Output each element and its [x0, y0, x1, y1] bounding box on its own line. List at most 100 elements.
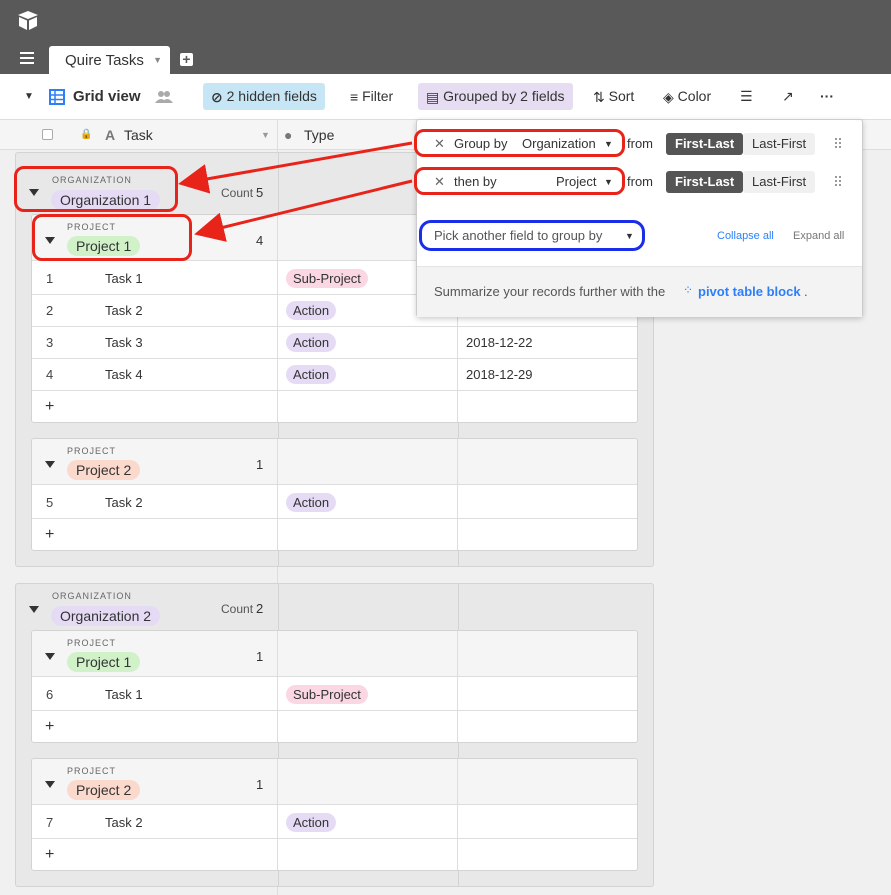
task-cell[interactable]: Task 2: [105, 303, 143, 318]
count-value: 1: [256, 777, 264, 792]
org-pill: Organization 2: [51, 606, 161, 626]
date-cell[interactable]: 2018-12-22: [466, 335, 533, 350]
task-cell[interactable]: Task 1: [105, 271, 143, 286]
annotation-highlight-then-by: [414, 167, 625, 195]
project-group: PROJECT Project 2 1 7 Task 2 Action +: [31, 758, 638, 871]
row-number: 4: [46, 367, 54, 382]
collapse-toggle-icon[interactable]: [29, 606, 39, 613]
more-options-icon[interactable]: ···: [820, 83, 834, 110]
sort-button[interactable]: ⇅ Sort: [593, 83, 634, 110]
column-divider: [277, 120, 278, 150]
filter-label: Filter: [362, 88, 394, 104]
hidden-fields-button[interactable]: ⊘ 2 hidden fields: [203, 83, 325, 110]
task-cell[interactable]: Task 1: [105, 687, 143, 702]
row-number: 1: [46, 271, 54, 286]
views-toggle-icon[interactable]: ▼: [24, 83, 34, 110]
project-group-header: PROJECT Project 2 1: [32, 759, 637, 805]
expand-all-link[interactable]: Expand all: [793, 230, 844, 242]
add-row-button[interactable]: +: [45, 526, 54, 544]
collapse-toggle-icon[interactable]: [45, 461, 55, 468]
count-value: 5: [256, 185, 264, 200]
lock-icon: 🔒: [80, 129, 93, 140]
type-cell[interactable]: Sub-Project: [286, 269, 368, 288]
filter-icon: ≡: [350, 88, 359, 105]
row-number: 7: [46, 815, 54, 830]
top-bar: Quire Tasks ▼ +: [0, 0, 891, 74]
row-height-icon[interactable]: ☰: [740, 83, 753, 110]
add-row-button[interactable]: +: [45, 718, 54, 736]
chevron-down-icon[interactable]: ▼: [153, 55, 162, 65]
table-row[interactable]: 7 Task 2 Action: [32, 807, 637, 839]
view-name[interactable]: Grid view: [73, 83, 141, 110]
task-cell[interactable]: Task 2: [105, 815, 143, 830]
select-all-checkbox[interactable]: [42, 129, 53, 140]
drag-handle-icon[interactable]: [835, 138, 841, 150]
group-button[interactable]: ▤ Grouped by 2 fields: [418, 83, 573, 110]
group-field-label: PROJECT: [67, 766, 117, 776]
sort-last-first-button[interactable]: Last-First: [743, 133, 816, 155]
chevron-down-icon[interactable]: ▼: [261, 120, 270, 150]
collaborators-icon[interactable]: [155, 90, 173, 104]
from-label: from: [627, 136, 653, 151]
table-row[interactable]: 5 Task 2 Action: [32, 487, 637, 519]
group-field-label: PROJECT: [67, 638, 117, 648]
type-cell[interactable]: Action: [286, 365, 337, 384]
date-cell[interactable]: 2018-12-29: [466, 367, 533, 382]
row-number: 3: [46, 335, 54, 350]
filter-button[interactable]: ≡ Filter: [350, 83, 393, 110]
type-cell[interactable]: Sub-Project: [286, 685, 368, 704]
annotation-highlight-pick-field: [419, 220, 645, 251]
from-label: from: [627, 174, 653, 189]
view-toolbar: ▼ Grid view ⊘ 2 hidden fields ≡ Filter ▤…: [0, 74, 891, 120]
project-pill: Project 1: [67, 652, 141, 672]
collapse-toggle-icon[interactable]: [45, 781, 55, 788]
sort-last-first-button[interactable]: Last-First: [743, 171, 816, 193]
annotation-highlight-org: [14, 166, 178, 212]
footer-period: .: [804, 284, 808, 299]
project-pill: Project 2: [67, 460, 141, 480]
collapse-toggle-icon[interactable]: [45, 653, 55, 660]
share-view-icon[interactable]: ↗: [782, 83, 794, 110]
add-table-icon[interactable]: +: [180, 52, 193, 66]
table-row[interactable]: 6 Task 1 Sub-Project: [32, 679, 637, 711]
annotation-highlight-group-by: [414, 129, 625, 157]
task-cell[interactable]: Task 3: [105, 335, 143, 350]
group-field-label: ORGANIZATION: [52, 591, 132, 601]
type-cell[interactable]: Action: [286, 301, 337, 320]
grid-view-icon: [49, 89, 65, 105]
sort-icon: ⇅: [593, 88, 605, 105]
collapse-all-link[interactable]: Collapse all: [717, 230, 774, 242]
table-row[interactable]: 3 Task 3 Action 2018-12-22: [32, 327, 637, 359]
group-icon: ▤: [426, 88, 440, 105]
table-tab-label: Quire Tasks: [65, 52, 144, 69]
popover-footer: Summarize your records further with the …: [417, 266, 862, 317]
count-value: 1: [256, 457, 264, 472]
type-cell[interactable]: Action: [286, 813, 337, 832]
type-cell[interactable]: Action: [286, 493, 337, 512]
footer-text: Summarize your records further with the: [434, 284, 666, 299]
add-row-button[interactable]: +: [45, 846, 54, 864]
sort-first-last-button[interactable]: First-Last: [666, 171, 744, 193]
table-tab[interactable]: Quire Tasks ▼: [49, 46, 170, 74]
column-type-header[interactable]: Type: [304, 120, 334, 150]
color-button[interactable]: ◈ Color: [663, 83, 711, 110]
single-select-icon: ●: [284, 127, 293, 143]
add-row-button[interactable]: +: [45, 398, 54, 416]
app-logo-icon[interactable]: [16, 9, 40, 33]
sort-first-last-button[interactable]: First-Last: [666, 133, 744, 155]
pivot-table-block-link[interactable]: pivot table block: [698, 284, 801, 299]
project-group-header: PROJECT Project 2 1: [32, 439, 637, 485]
hide-fields-icon: ⊘: [211, 88, 223, 105]
annotation-highlight-project: [32, 214, 192, 261]
hamburger-menu-icon[interactable]: [20, 52, 34, 64]
type-cell[interactable]: Action: [286, 333, 337, 352]
project-group: PROJECT Project 2 1 5 Task 2 Action +: [31, 438, 638, 551]
task-cell[interactable]: Task 2: [105, 495, 143, 510]
task-cell[interactable]: Task 4: [105, 367, 143, 382]
drag-handle-icon[interactable]: [835, 176, 841, 188]
row-number: 6: [46, 687, 54, 702]
table-row[interactable]: 4 Task 4 Action 2018-12-29: [32, 359, 637, 391]
column-task-header[interactable]: Task: [124, 120, 153, 150]
project-group-header: PROJECT Project 1 1: [32, 631, 637, 677]
project-group: PROJECT Project 1 1 6 Task 1 Sub-Project…: [31, 630, 638, 743]
